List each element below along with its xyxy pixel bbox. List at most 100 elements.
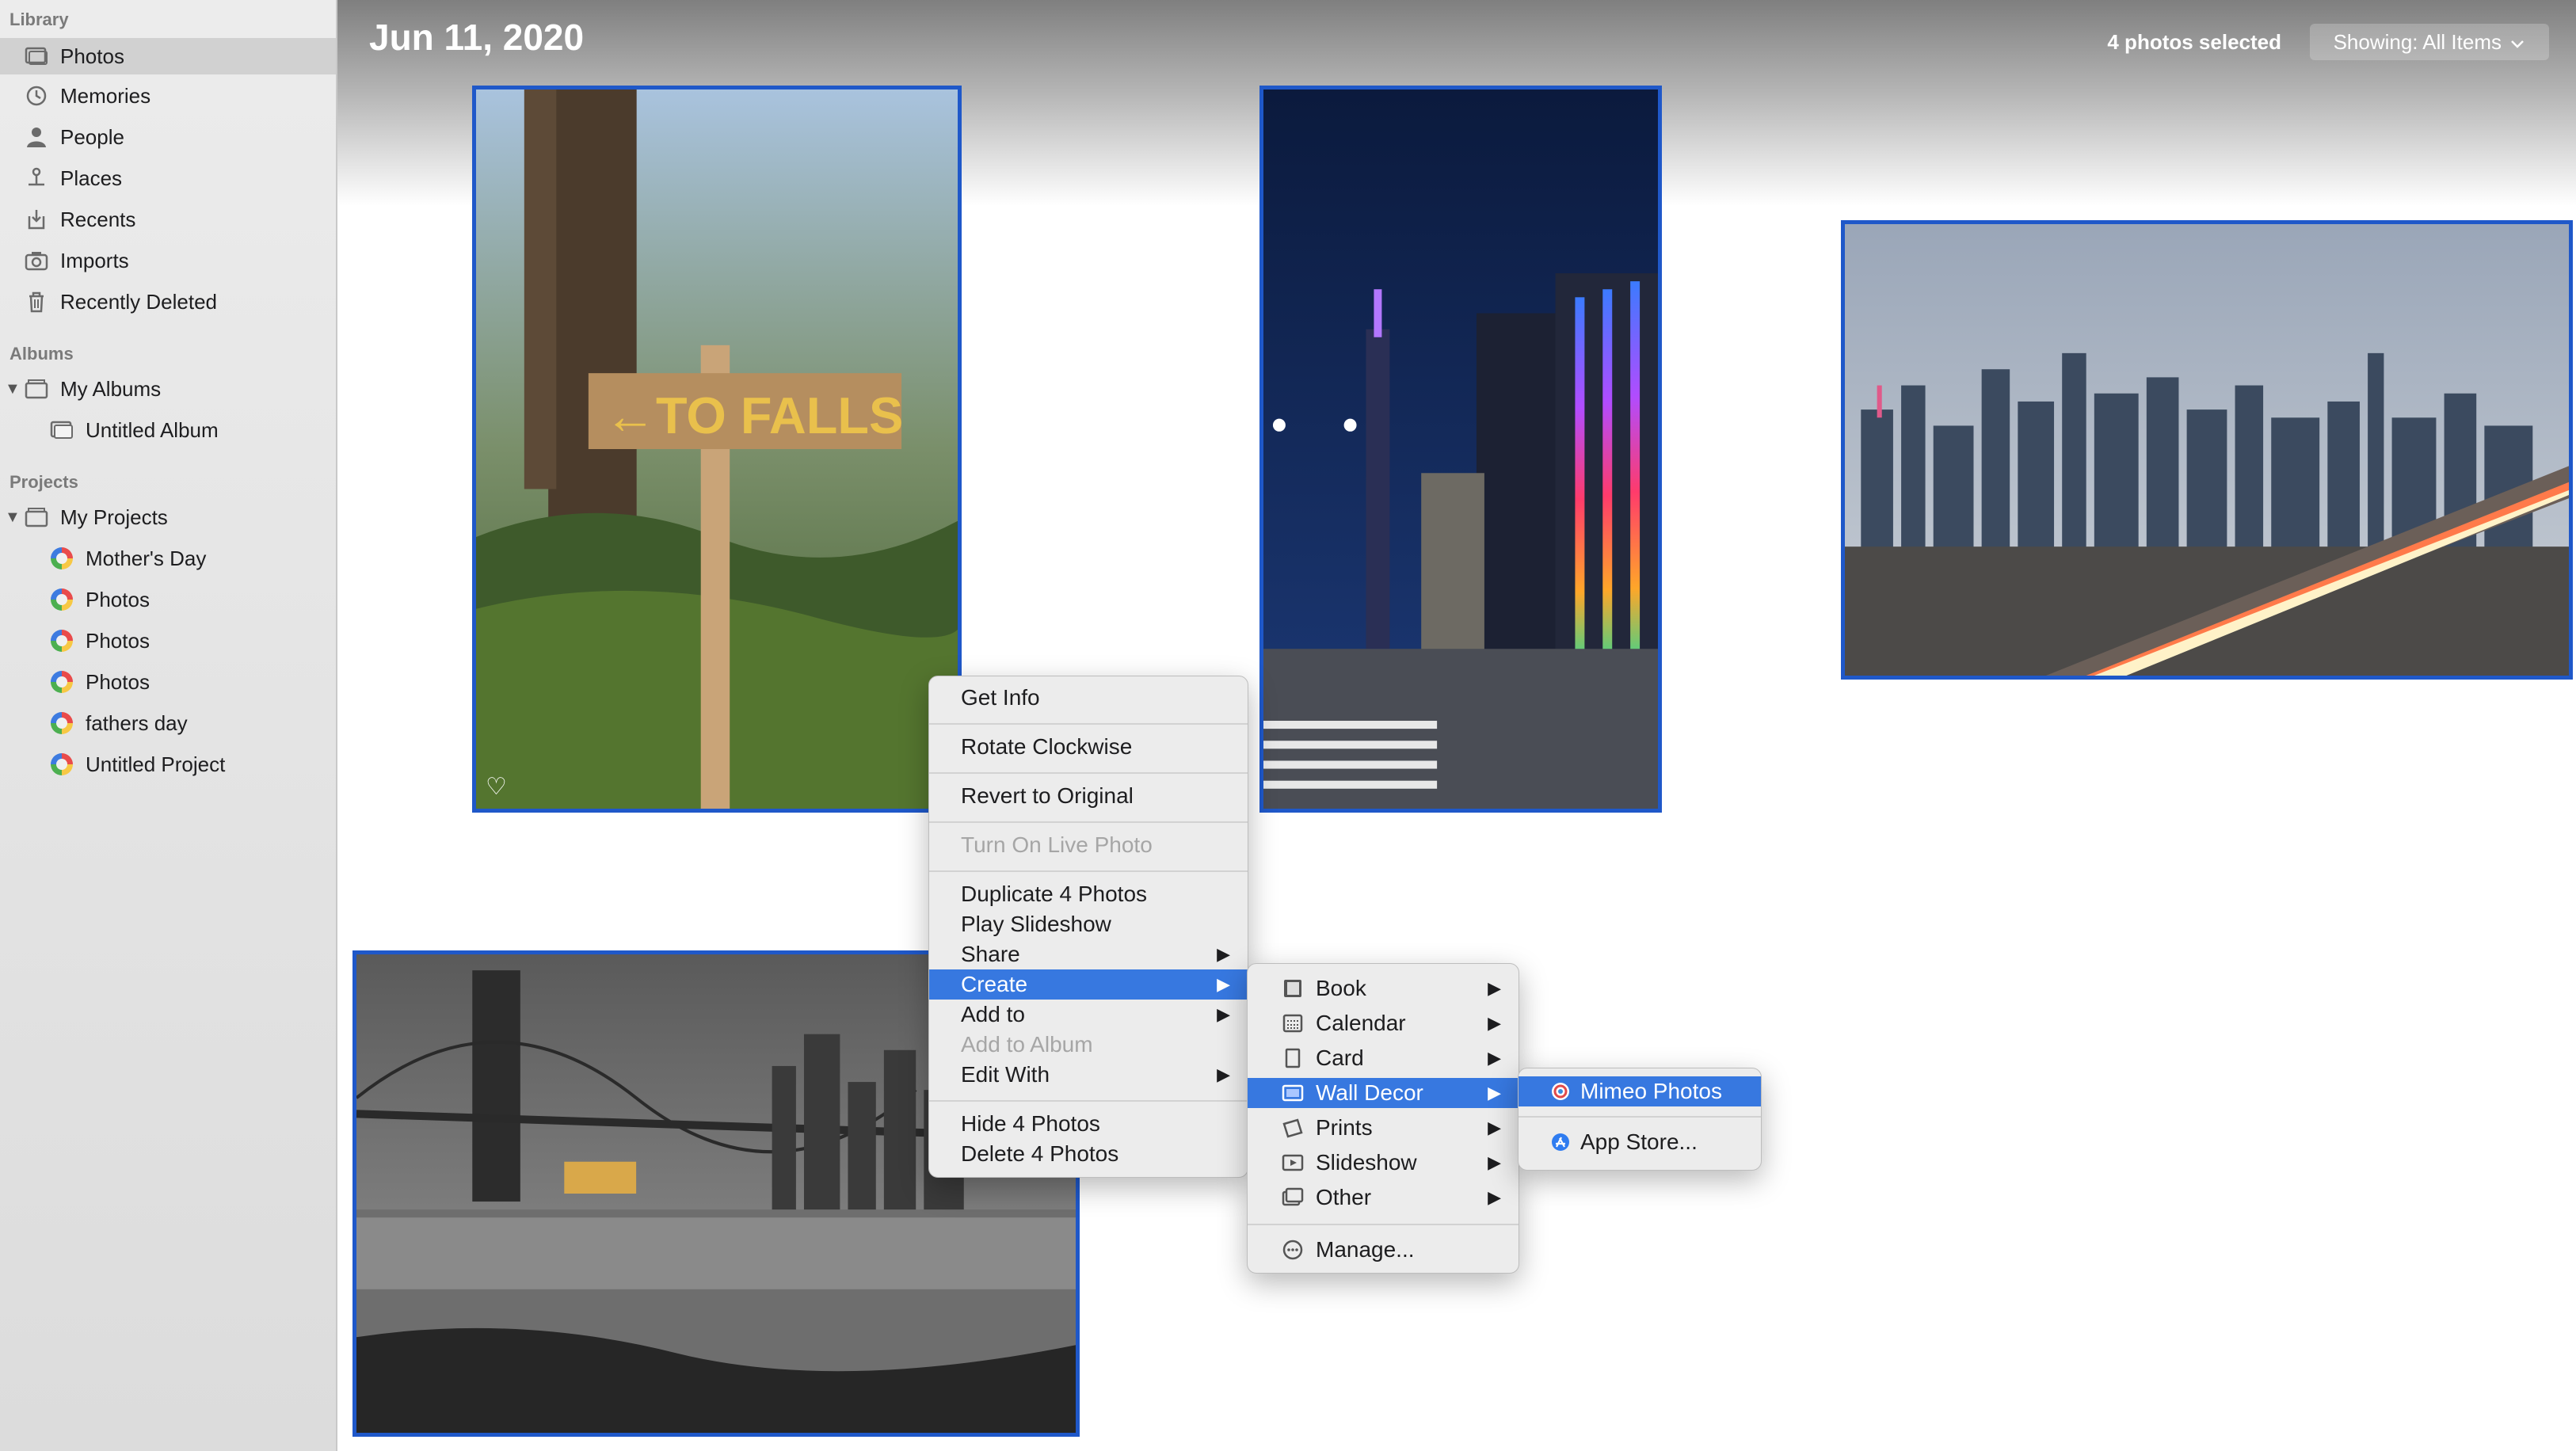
card-icon — [1281, 1047, 1305, 1069]
menu-item-create[interactable]: Create ▶ — [929, 969, 1248, 1000]
photo-thumbnail-falls-sign[interactable]: ←TO FALLS ♡ — [472, 86, 962, 813]
disclosure-triangle-icon[interactable]: ▼ — [5, 508, 21, 527]
sidebar-item-label: Imports — [60, 248, 129, 272]
submenu-arrow-icon: ▶ — [1217, 1064, 1230, 1084]
sidebar-item-project[interactable]: Mother's Day — [0, 540, 336, 577]
sidebar-item-label: People — [60, 124, 124, 149]
selection-count: 4 photos selected — [2107, 30, 2281, 54]
wall-decor-icon — [1281, 1082, 1305, 1104]
app-store-icon — [1549, 1131, 1572, 1153]
menu-item-edit-with[interactable]: Edit With ▶ — [929, 1060, 1248, 1090]
sidebar-item-label: Untitled Album — [86, 417, 219, 442]
sidebar-item-my-projects[interactable]: ▼ My Projects — [0, 499, 336, 535]
sidebar-item-label: Photos — [86, 628, 150, 653]
sidebar-item-recents[interactable]: Recents — [0, 201, 336, 238]
submenu-arrow-icon: ▶ — [1217, 944, 1230, 964]
menu-item-revert-to-original[interactable]: Revert to Original — [929, 781, 1248, 811]
menu-separator — [1248, 1224, 1519, 1225]
photos-icon — [24, 45, 49, 67]
menu-item-calendar[interactable]: Calendar ▶ — [1248, 1008, 1519, 1038]
menu-item-other[interactable]: Other ▶ — [1248, 1183, 1519, 1213]
section-title-projects: Projects — [10, 472, 78, 492]
photo-context-menu: Get Info Rotate Clockwise Revert to Orig… — [928, 676, 1248, 1178]
photo-thumbnail-night-street[interactable] — [1259, 86, 1662, 813]
submenu-arrow-icon: ▶ — [1217, 1004, 1230, 1024]
menu-item-get-info[interactable]: Get Info — [929, 683, 1248, 713]
disclosure-triangle-icon[interactable]: ▼ — [5, 380, 21, 398]
menu-item-delete-photos[interactable]: Delete 4 Photos — [929, 1139, 1248, 1169]
menu-separator — [929, 723, 1248, 725]
menu-item-add-to[interactable]: Add to ▶ — [929, 1000, 1248, 1030]
sidebar-item-label: Photos — [86, 669, 150, 694]
sidebar-item-places[interactable]: Places — [0, 160, 336, 196]
sidebar-item-project[interactable]: Photos — [0, 623, 336, 659]
menu-item-turn-on-live-photo: Turn On Live Photo — [961, 832, 1153, 857]
menu-separator — [929, 821, 1248, 823]
slideshow-icon — [1281, 1152, 1305, 1174]
project-icon — [49, 671, 74, 693]
project-icon — [49, 630, 74, 652]
date-title: Jun 11, 2020 — [369, 17, 585, 58]
menu-item-hide-photos[interactable]: Hide 4 Photos — [929, 1109, 1248, 1139]
photo-thumbnail-skyline-bridge[interactable] — [1841, 220, 2573, 680]
sidebar-item-project[interactable]: Photos — [0, 664, 336, 700]
prints-icon — [1281, 1117, 1305, 1139]
showing-filter-button[interactable]: Showing: All Items — [2309, 24, 2549, 60]
album-icon — [49, 419, 74, 441]
sidebar-item-imports[interactable]: Imports — [0, 242, 336, 279]
submenu-arrow-icon: ▶ — [1488, 1013, 1501, 1033]
mimeo-icon — [1549, 1080, 1572, 1103]
menu-item-share[interactable]: Share ▶ — [929, 939, 1248, 969]
submenu-arrow-icon: ▶ — [1488, 1083, 1501, 1103]
sidebar-item-memories[interactable]: Memories — [0, 78, 336, 114]
project-icon — [49, 753, 74, 775]
showing-filter-label: Showing: All Items — [2333, 29, 2502, 54]
sidebar-item-people[interactable]: People — [0, 119, 336, 155]
sidebar-item-label: My Projects — [60, 505, 168, 529]
wall-decor-submenu: Mimeo Photos App Store... — [1518, 1068, 1762, 1171]
menu-item-card[interactable]: Card ▶ — [1248, 1043, 1519, 1073]
sidebar-item-project[interactable]: fathers day — [0, 705, 336, 741]
menu-separator — [929, 870, 1248, 872]
menu-item-app-store[interactable]: App Store... — [1519, 1127, 1761, 1157]
sidebar-item-label: fathers day — [86, 710, 188, 735]
sidebar-item-untitled-album[interactable]: Untitled Album — [0, 412, 336, 448]
menu-item-manage[interactable]: Manage... — [1248, 1235, 1519, 1265]
sidebar-item-project[interactable]: Untitled Project — [0, 746, 336, 783]
submenu-arrow-icon: ▶ — [1217, 974, 1230, 994]
sidebar-item-my-albums[interactable]: ▼ My Albums — [0, 371, 336, 407]
menu-item-mimeo-photos[interactable]: Mimeo Photos — [1519, 1076, 1761, 1106]
section-title-library: Library — [10, 10, 69, 29]
sidebar-item-label: Photos — [60, 44, 124, 68]
sidebar-item-label: My Albums — [60, 376, 162, 401]
chevron-down-icon — [2509, 30, 2525, 55]
menu-item-duplicate-photos[interactable]: Duplicate 4 Photos — [929, 879, 1248, 909]
person-icon — [24, 126, 49, 148]
menu-item-prints[interactable]: Prints ▶ — [1248, 1113, 1519, 1143]
sidebar-item-photos[interactable]: Photos — [0, 38, 336, 74]
sidebar-item-label: Recently Deleted — [60, 289, 217, 314]
folder-icon — [24, 506, 49, 528]
menu-item-add-to-album: Add to Album — [961, 1032, 1093, 1057]
sidebar-item-recently-deleted[interactable]: Recently Deleted — [0, 284, 336, 320]
menu-item-book[interactable]: Book ▶ — [1248, 973, 1519, 1004]
project-icon — [49, 588, 74, 611]
submenu-arrow-icon: ▶ — [1488, 1152, 1501, 1172]
project-icon — [49, 712, 74, 734]
sidebar-item-project[interactable]: Photos — [0, 581, 336, 618]
menu-item-wall-decor[interactable]: Wall Decor ▶ — [1248, 1078, 1519, 1108]
menu-separator — [929, 1100, 1248, 1102]
heart-icon[interactable]: ♡ — [486, 773, 507, 801]
project-icon — [49, 547, 74, 569]
memories-icon — [24, 85, 49, 107]
sidebar-item-label: Recents — [60, 207, 136, 231]
menu-item-rotate-clockwise[interactable]: Rotate Clockwise — [929, 732, 1248, 762]
menu-item-slideshow[interactable]: Slideshow ▶ — [1248, 1148, 1519, 1178]
calendar-icon — [1281, 1012, 1305, 1034]
menu-separator — [929, 772, 1248, 774]
pin-icon — [24, 167, 49, 189]
menu-item-play-slideshow[interactable]: Play Slideshow — [929, 909, 1248, 939]
submenu-arrow-icon: ▶ — [1488, 978, 1501, 998]
sidebar-item-label: Memories — [60, 83, 151, 108]
trash-icon — [24, 291, 49, 313]
